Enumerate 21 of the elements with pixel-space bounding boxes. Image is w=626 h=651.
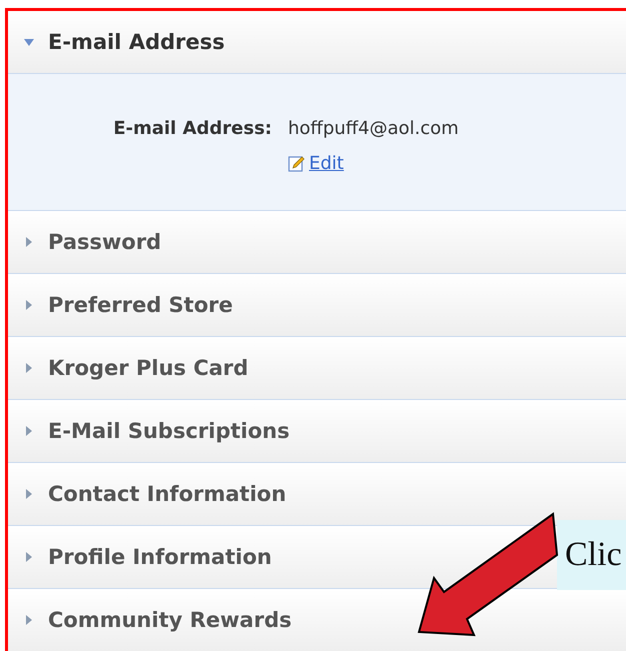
pencil-note-icon (288, 155, 305, 172)
callout-text: Clic (557, 520, 626, 590)
triangle-right-icon (24, 426, 34, 436)
section-title: Password (48, 230, 162, 254)
field-label: E-mail Address: (113, 118, 272, 139)
triangle-right-icon (24, 237, 34, 247)
section-title: Kroger Plus Card (48, 356, 248, 380)
triangle-right-icon (24, 615, 34, 625)
section-title: Contact Information (48, 482, 286, 506)
edit-link[interactable]: Edit (288, 153, 344, 174)
section-title: Profile Information (48, 545, 272, 569)
triangle-right-icon (24, 489, 34, 499)
field-value: hoffpuff4@aol.com (288, 118, 460, 139)
section-title: Preferred Store (48, 293, 233, 317)
section-title: E-Mail Subscriptions (48, 419, 290, 443)
section-title: E-mail Address (48, 30, 225, 54)
triangle-right-icon (24, 552, 34, 562)
triangle-down-icon (24, 37, 34, 47)
section-title: Community Rewards (48, 608, 292, 632)
triangle-right-icon (24, 300, 34, 310)
triangle-right-icon (24, 363, 34, 373)
